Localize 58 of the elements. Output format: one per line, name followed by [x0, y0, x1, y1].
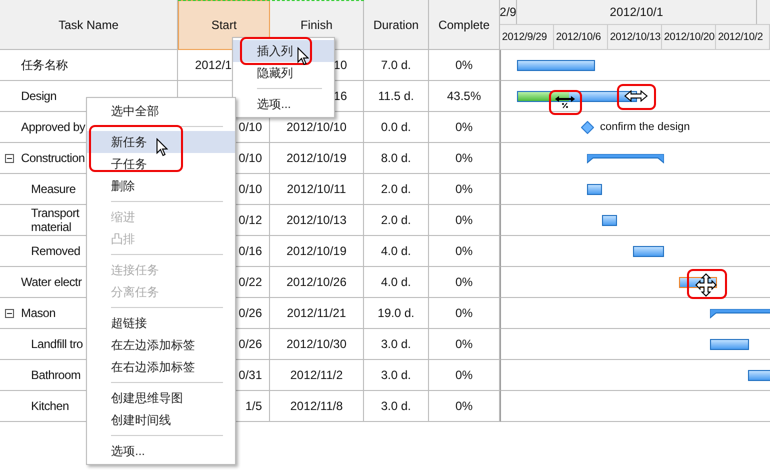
complete-cell: 0% [429, 236, 500, 267]
menu-item[interactable]: 选项... [87, 440, 235, 462]
duration-cell: 19.0 d. [364, 298, 429, 329]
finish-cell: 2012/10/13 [270, 205, 364, 236]
finish-cell: 2012/10/19 [270, 143, 364, 174]
finish-cell: 2012/11/2 [270, 360, 364, 391]
duration-cell: 3.0 d. [364, 360, 429, 391]
complete-cell: 0% [429, 267, 500, 298]
finish-cell: 2012/10/11 [270, 174, 364, 205]
complete-cell: 0% [429, 360, 500, 391]
complete-cell: 0% [429, 112, 500, 143]
complete-cell: 0% [429, 298, 500, 329]
collapse-icon[interactable] [5, 154, 14, 162]
complete-cell: 0% [429, 174, 500, 205]
complete-cell: 0% [429, 143, 500, 174]
timescale-week: 2012/9/29 [500, 25, 554, 49]
task-name-cell: 任务名称 [0, 50, 178, 81]
duration-cell: 8.0 d. [364, 143, 429, 174]
duration-cell: 11.5 d. [364, 81, 429, 112]
column-header[interactable]: Complete [429, 0, 500, 50]
move-cursor-icon [695, 273, 717, 297]
duration-cell: 0.0 d. [364, 112, 429, 143]
column-header[interactable]: Duration [364, 0, 429, 50]
column-header[interactable]: Task Name [0, 0, 178, 50]
complete-cell: 0% [429, 205, 500, 236]
pointer-cursor-icon [156, 138, 168, 157]
complete-cell: 0% [429, 329, 500, 360]
timescale-week: 2012/10/2 [716, 25, 770, 49]
complete-cell: 0% [429, 50, 500, 81]
duration-cell: 3.0 d. [364, 391, 429, 422]
complete-cell: 0% [429, 391, 500, 422]
finish-cell: 2012/11/21 [270, 298, 364, 329]
menu-item[interactable]: 新任务 [87, 131, 235, 153]
duration-cell: 3.0 d. [364, 329, 429, 360]
duration-cell: 2.0 d. [364, 174, 429, 205]
duration-cell: 4.0 d. [364, 236, 429, 267]
summary-bar[interactable] [587, 154, 664, 164]
finish-cell: 2012/10/26 [270, 267, 364, 298]
timescale-week: 2012/10/20 [662, 25, 716, 49]
duration-cell: 7.0 d. [364, 50, 429, 81]
summary-bar[interactable] [710, 309, 770, 319]
timescale-week: 2012/10/6 [554, 25, 608, 49]
milestone-label: confirm the design [600, 121, 690, 133]
complete-cell: 43.5% [429, 81, 500, 112]
resize-cursor-icon [624, 90, 648, 102]
collapse-icon[interactable] [5, 308, 14, 318]
pointer-cursor-icon [297, 47, 309, 66]
finish-cell: 2012/10/19 [270, 236, 364, 267]
timescale-month: 2012/10/1 [517, 0, 757, 24]
resize-cursor-icon [554, 95, 576, 109]
milestone-diamond[interactable] [581, 121, 594, 134]
timescale-month: 2/9 [500, 0, 517, 24]
finish-cell: 2012/10/30 [270, 329, 364, 360]
timescale-week: 2012/10/13 [608, 25, 662, 49]
duration-cell: 4.0 d. [364, 267, 429, 298]
duration-cell: 2.0 d. [364, 205, 429, 236]
finish-cell: 2012/11/8 [270, 391, 364, 422]
menu-item[interactable]: 插入列 [233, 40, 334, 62]
